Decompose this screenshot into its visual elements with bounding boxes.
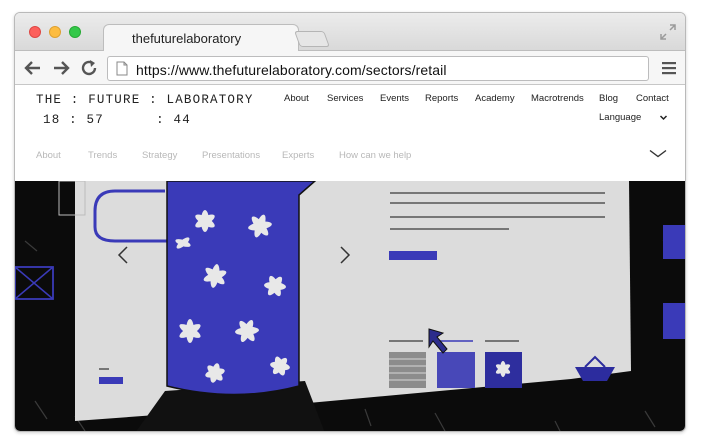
product-tile-daisy [485,352,522,388]
web-page: THE : FUTURE : LABORATORY 18 : 57 : 44 A… [15,85,685,431]
clock-minutes: 57 [86,113,104,127]
browser-tab[interactable]: thefuturelaboratory [103,24,299,52]
new-tab-button[interactable] [294,31,330,47]
close-window-button[interactable] [29,26,41,38]
zoom-window-button[interactable] [69,26,81,38]
nav-events[interactable]: Events [380,93,409,104]
subnav-how-can-we-help[interactable]: How can we help [339,150,411,161]
language-selector[interactable]: Language [599,112,641,123]
cta-button-shape [389,251,437,260]
reload-icon[interactable] [79,58,99,78]
nav-macrotrends[interactable]: Macrotrends [531,93,584,104]
subnav-experts[interactable]: Experts [282,150,314,161]
title-bar: thefuturelaboratory [15,13,685,52]
chevron-down-icon[interactable] [659,113,668,122]
subnav-strategy[interactable]: Strategy [142,150,177,161]
nav-about[interactable]: About [284,93,309,104]
page-icon [116,61,128,76]
menu-icon[interactable] [661,60,677,76]
nav-reports[interactable]: Reports [425,93,458,104]
envelope-icon [15,266,54,300]
address-bar[interactable]: https://www.thefuturelaboratory.com/sect… [107,56,649,81]
subnav-about[interactable]: About [36,150,61,161]
minimize-window-button[interactable] [49,26,61,38]
subnav-presentations[interactable]: Presentations [202,150,260,161]
browser-window: thefuturelaboratory https://www.thefutur… [14,12,686,432]
expand-icon[interactable] [659,23,677,41]
back-arrow-icon[interactable] [23,58,43,78]
subnav-trends[interactable]: Trends [88,150,117,161]
forward-arrow-icon[interactable] [51,58,71,78]
nav-services[interactable]: Services [327,93,363,104]
nav-contact[interactable]: Contact [636,93,669,104]
clock-seconds: 44 [173,113,191,127]
browser-toolbar: https://www.thefuturelaboratory.com/sect… [15,51,685,85]
product-tile-striped [389,352,426,388]
site-clock: 18 : 57 : 44 [43,113,191,127]
hero-artwork [15,181,685,431]
site-logo[interactable]: THE : FUTURE : LABORATORY [36,93,254,107]
hero-illustration [15,181,685,431]
mug [166,181,317,396]
tab-title: thefuturelaboratory [132,31,242,46]
clock-hours: 18 [43,113,61,127]
nav-academy[interactable]: Academy [475,93,515,104]
url-text: https://www.thefuturelaboratory.com/sect… [136,62,447,78]
subnav-toggle-chevron-icon[interactable] [649,149,667,159]
product-tile-blue [437,352,475,388]
nav-blog[interactable]: Blog [599,93,618,104]
